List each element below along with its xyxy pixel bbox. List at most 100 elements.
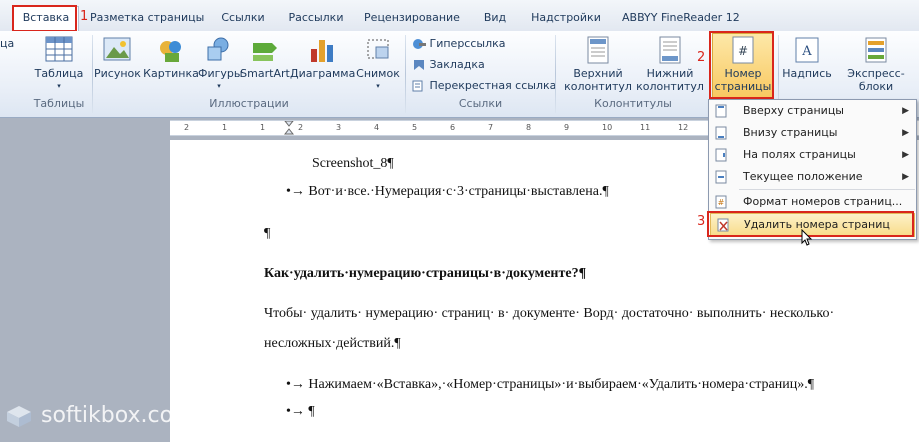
screenshot-icon (367, 39, 389, 59)
crossref-icon (412, 80, 426, 92)
separator (555, 35, 556, 113)
tab-abbyy[interactable]: ABBYY FineReader 12 (622, 9, 740, 27)
menu-divider (739, 189, 915, 190)
ruler-tick: 9 (564, 123, 570, 132)
footer-label-2: колонтитул (636, 80, 704, 93)
ruler-tick: 11 (640, 123, 651, 132)
doc-empty-paragraph: ¶ (264, 226, 271, 241)
ruler-tick: 1 (260, 123, 266, 132)
crossref-button[interactable]: Перекрестная ссылка (412, 77, 556, 95)
doc-paragraph-line2: несложных·действий.¶ (264, 336, 401, 351)
group-illustrations-label: Иллюстрации (209, 97, 289, 110)
menu-item-top-of-page[interactable]: Вверху страницы ▶ (709, 100, 916, 122)
smartart-icon (253, 43, 277, 61)
ruler-tick: 7 (488, 123, 494, 132)
hyperlink-icon (412, 38, 426, 50)
ruler-tick: 6 (450, 123, 456, 132)
doc-bullet-empty: •→ ¶ (286, 404, 315, 419)
format-numbers-icon: # (714, 195, 728, 209)
left-cut-label: ца (0, 37, 15, 50)
group-tables-label: Таблицы (33, 97, 85, 110)
page-bottom-icon (714, 126, 728, 140)
shapes-icon (207, 37, 229, 61)
menu-item-current-position[interactable]: Текущее положение ▶ (709, 166, 916, 188)
header-label-1: Верхний (573, 67, 623, 80)
chart-icon (311, 40, 333, 62)
doc-heading: Как·удалить·нумерацию·страницы·в·докумен… (264, 266, 587, 281)
submenu-arrow-icon: ▶ (902, 150, 909, 160)
annotation-3: 3 (697, 214, 706, 229)
watermark-text: softikbox.com (41, 403, 195, 428)
mouse-cursor-icon (801, 229, 813, 246)
footer-label-1: Нижний (646, 67, 694, 80)
highlight-insert-tab (12, 5, 77, 32)
table-label: Таблица (34, 67, 84, 80)
header-icon (587, 36, 609, 64)
ruler-tick: 5 (412, 123, 418, 132)
page-margin-icon (714, 148, 728, 162)
textbox-label: Надпись (782, 67, 832, 80)
picture-button[interactable]: Рисунок (94, 34, 141, 80)
doc-paragraph-line1: Чтобы· удалить· нумерацию· страниц· в· д… (264, 306, 835, 321)
clipart-icon (160, 41, 181, 62)
clipart-label: Картинка (143, 67, 199, 80)
indent-marker-icon[interactable] (284, 121, 294, 135)
bookmark-icon (412, 59, 426, 71)
ruler-tick: 3 (336, 123, 342, 132)
highlight-page-number (709, 31, 774, 99)
footer-button[interactable]: Нижний колонтитул (634, 34, 706, 93)
tab-page-layout[interactable]: Разметка страницы (90, 9, 204, 27)
hyperlink-label: Гиперссылка (429, 37, 506, 50)
menu-item-bottom-of-page[interactable]: Внизу страницы ▶ (709, 122, 916, 144)
footer-icon (659, 36, 681, 64)
quickparts-icon (865, 37, 887, 63)
menu-item-page-margins[interactable]: На полях страницы ▶ (709, 144, 916, 166)
tab-references[interactable]: Ссылки (218, 9, 268, 27)
submenu-arrow-icon: ▶ (902, 106, 909, 116)
svg-text:A: A (801, 44, 812, 59)
header-button[interactable]: Верхний колонтитул (562, 34, 634, 93)
shapes-label: Фигуры (198, 67, 243, 80)
doc-line-screenshot: Screenshot_8¶ (312, 156, 394, 171)
page-current-icon (714, 170, 728, 184)
page-top-icon (714, 104, 728, 118)
tab-addins[interactable]: Надстройки (530, 9, 602, 27)
shapes-button[interactable]: Фигуры ▾ (198, 34, 243, 93)
smartart-button[interactable]: SmartArt (240, 34, 290, 80)
watermark-cube-icon (7, 406, 31, 427)
group-links-label: Ссылки (458, 97, 503, 110)
screenshot-label: Снимок (356, 67, 400, 80)
group-headers-label: Колонтитулы (594, 97, 672, 110)
svg-text:#: # (718, 198, 725, 207)
chart-button[interactable]: Диаграмма (290, 34, 356, 80)
textbox-button[interactable]: A Надпись (781, 34, 833, 80)
tab-review[interactable]: Рецензирование (362, 9, 462, 27)
ruler-tick: 2 (184, 123, 190, 132)
ribbon-tabbar: Вставка Разметка страницы Ссылки Рассылк… (0, 0, 919, 32)
header-label-2: колонтитул (564, 80, 632, 93)
tab-view[interactable]: Вид (480, 9, 510, 27)
bookmark-button[interactable]: Закладка (412, 56, 485, 74)
picture-label: Рисунок (94, 67, 141, 80)
separator (405, 35, 406, 113)
smartart-label: SmartArt (240, 67, 290, 80)
ruler-tick: 4 (374, 123, 380, 132)
menu-item-label: Вверху страницы (743, 104, 844, 117)
picture-icon (103, 37, 131, 61)
table-icon (45, 36, 73, 62)
quickparts-label: Экспресс-блоки (847, 67, 905, 93)
ruler-tick: 8 (526, 123, 532, 132)
screenshot-button[interactable]: Снимок ▾ (354, 34, 402, 93)
quickparts-button[interactable]: Экспресс-блоки (833, 34, 919, 93)
tab-mailings[interactable]: Рассылки (286, 9, 346, 27)
separator (92, 35, 93, 113)
hyperlink-button[interactable]: Гиперссылка (412, 35, 506, 53)
menu-item-label: Внизу страницы (743, 126, 838, 139)
menu-item-label: Текущее положение (743, 170, 863, 183)
menu-item-format-page-numbers[interactable]: # Формат номеров страниц... (709, 191, 916, 213)
ruler-tick: 10 (602, 123, 613, 132)
chart-label: Диаграмма (290, 67, 356, 80)
annotation-2: 2 (697, 50, 706, 65)
table-button[interactable]: Таблица ▾ (34, 34, 84, 94)
clipart-button[interactable]: Картинка (143, 34, 199, 80)
